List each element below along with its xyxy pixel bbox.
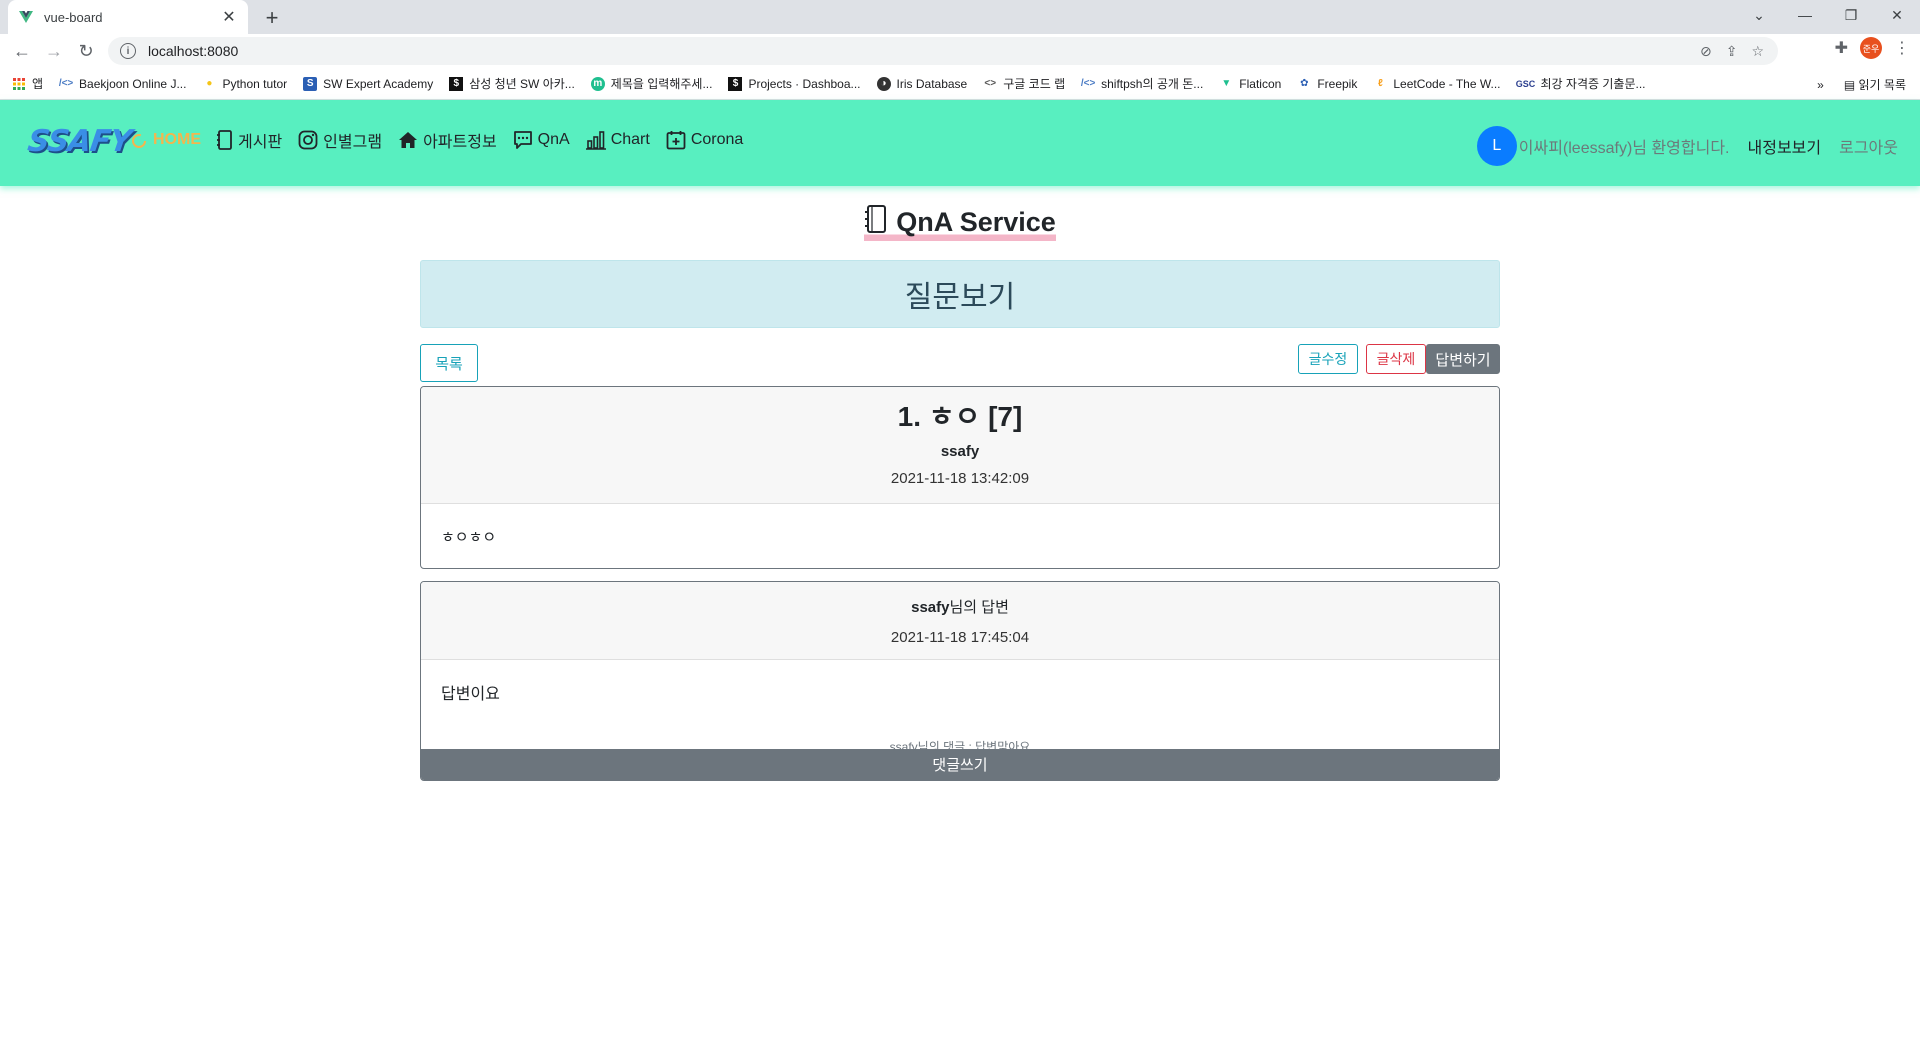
answer-card: ssafy님의 답변 2021-11-18 17:45:04 답변이요 ssaf… xyxy=(420,581,1500,781)
list-button[interactable]: 목록 xyxy=(420,344,478,382)
bookmark-star-icon[interactable]: ☆ xyxy=(1751,43,1764,60)
logout-link[interactable]: 로그아웃 xyxy=(1839,134,1898,158)
close-tab-icon[interactable]: ✕ xyxy=(220,7,238,27)
reading-list-button[interactable]: ▤ 읽기 목록 xyxy=(1844,76,1906,93)
code-brackets-icon: <> xyxy=(984,78,997,89)
gitlab-icon: $ xyxy=(728,76,743,91)
more-bookmarks-icon[interactable]: » xyxy=(1817,78,1824,92)
answer-content: 답변이요 xyxy=(441,686,500,703)
action-buttons: 목록 글수정 글삭제 답변하기 xyxy=(420,344,1500,382)
user-area: L 이싸피(leessafy)님 환영합니다. 내정보보기 로그아웃 xyxy=(1476,126,1898,166)
bookmark-item[interactable]: 앱 xyxy=(12,75,43,92)
write-comment-button[interactable]: 댓글쓰기 xyxy=(421,749,1499,780)
my-info-link[interactable]: 내정보보기 xyxy=(1748,134,1822,158)
nav-home[interactable]: HOME xyxy=(130,131,201,149)
site-info-icon[interactable]: i xyxy=(120,43,136,59)
restore-button[interactable]: ❐ xyxy=(1828,0,1874,30)
bookmark-item[interactable]: /<> Baekjoon Online J... xyxy=(58,77,187,91)
blocked-icon[interactable]: ⊘ xyxy=(1700,43,1712,60)
github-icon: ◑ xyxy=(876,76,891,91)
tab-search-icon[interactable]: ⌄ xyxy=(1736,0,1782,30)
question-author: ssafy xyxy=(940,443,980,460)
code-icon: /<> xyxy=(58,78,74,89)
page-header: QnA Service xyxy=(0,204,1920,241)
more-menu-icon[interactable]: ⋮ xyxy=(1894,38,1910,58)
code-icon: /<> xyxy=(1080,78,1096,89)
vue-logo-icon xyxy=(18,9,34,25)
nav-chart[interactable]: Chart xyxy=(585,130,650,150)
minimize-button[interactable]: — xyxy=(1782,0,1828,30)
reload-button[interactable]: ↻ xyxy=(70,37,102,65)
browser-tab[interactable]: vue-board ✕ xyxy=(8,0,248,34)
python-icon: ● xyxy=(206,78,213,89)
journal-icon xyxy=(217,130,233,150)
bookmark-item[interactable]: /<> shiftpsh의 공개 돈... xyxy=(1081,75,1203,92)
m-icon: m xyxy=(590,76,605,91)
swea-icon: S xyxy=(303,76,318,91)
welcome-text: 이싸피(leessafy)님 환영합니다. xyxy=(1518,140,1730,157)
bookmark-item[interactable]: <> 구글 코드 랩 xyxy=(983,75,1065,92)
nav-corona[interactable]: Corona xyxy=(666,130,743,150)
flaticon-icon: ▼ xyxy=(1221,78,1232,89)
profile-avatar[interactable]: 준우 xyxy=(1860,37,1882,59)
answer-date: 2021-11-18 17:45:04 xyxy=(890,629,1030,646)
answer-author: ssafy님의 답변 xyxy=(911,599,1009,616)
nav-instagram[interactable]: 인별그램 xyxy=(298,128,382,152)
tab-title: vue-board xyxy=(44,9,103,25)
bookmark-item[interactable]: m 제목을 입력해주세... xyxy=(590,75,712,92)
new-tab-button[interactable]: + xyxy=(258,4,286,32)
answer-header: ssafy님의 답변 2021-11-18 17:45:04 xyxy=(421,582,1499,660)
bookmark-item[interactable]: ✿ Freepik xyxy=(1297,77,1357,91)
forward-button[interactable]: → xyxy=(38,37,70,65)
bookmark-item[interactable]: $ Projects · Dashboa... xyxy=(728,76,861,91)
bookmark-item[interactable]: ℓ LeetCode - The W... xyxy=(1373,77,1501,91)
nav-board[interactable]: 게시판 xyxy=(217,128,282,152)
home-icon xyxy=(130,131,148,149)
url-text: localhost:8080 xyxy=(148,43,239,59)
calendar-plus-icon xyxy=(666,130,686,150)
bookmark-item[interactable]: ● Python tutor xyxy=(202,77,287,91)
house-icon xyxy=(398,131,418,149)
bookmark-item[interactable]: ◑ Iris Database xyxy=(876,76,967,91)
apps-grid-icon xyxy=(12,77,26,91)
freepik-icon: ✿ xyxy=(1300,78,1309,89)
banner-text: 질문보기 xyxy=(904,281,1016,314)
question-card: 1. ㅎㅇ [7] ssafy 2021-11-18 13:42:09 ㅎㅇㅎㅇ xyxy=(420,386,1500,569)
browser-toolbar: ← → ↻ i localhost:8080 ⊘ ⇪ ☆ ✚ 준우 ⋮ xyxy=(0,34,1920,68)
instagram-icon xyxy=(298,130,318,150)
question-content: ㅎㅇㅎㅇ xyxy=(441,529,497,546)
journal-icon xyxy=(864,204,888,241)
question-date: 2021-11-18 13:42:09 xyxy=(890,470,1030,487)
bookmark-item[interactable]: $ 삼성 청년 SW 아카... xyxy=(449,75,575,92)
app-navbar: SSAFY HOME 게시판 인별그램 아파트정보 QnA Chart Coro… xyxy=(0,100,1920,186)
delete-button[interactable]: 글삭제 xyxy=(1366,344,1426,374)
question-title: 1. ㅎㅇ [7] xyxy=(897,401,1023,432)
bookmark-item[interactable]: ▼ Flaticon xyxy=(1219,77,1281,91)
avatar[interactable]: L xyxy=(1476,126,1517,166)
nav-qna[interactable]: QnA xyxy=(513,130,570,150)
extensions-icon[interactable]: ✚ xyxy=(1835,38,1848,58)
bar-chart-icon xyxy=(585,130,606,150)
edit-button[interactable]: 글수정 xyxy=(1298,344,1358,374)
address-bar[interactable]: i localhost:8080 ⊘ ⇪ ☆ xyxy=(108,37,1778,65)
ssafy-logo[interactable]: SSAFY xyxy=(26,124,133,159)
bookmark-item[interactable]: S SW Expert Academy xyxy=(303,76,433,91)
leetcode-icon: ℓ xyxy=(1377,78,1383,89)
section-banner: 질문보기 xyxy=(420,260,1500,328)
close-window-button[interactable]: ✕ xyxy=(1874,0,1920,30)
bookmarks-bar: 앱 /<> Baekjoon Online J... ● Python tutor … xyxy=(0,68,1920,100)
nav-apartment[interactable]: 아파트정보 xyxy=(398,128,497,152)
question-header: 1. ㅎㅇ [7] ssafy 2021-11-18 13:42:09 xyxy=(421,387,1499,504)
bookmark-item[interactable]: GSC 최강 자격증 기출문... xyxy=(1515,75,1646,92)
chat-dots-icon xyxy=(513,130,533,150)
back-button[interactable]: ← xyxy=(6,37,38,65)
share-icon[interactable]: ⇪ xyxy=(1726,43,1738,60)
browser-tabstrip: vue-board ✕ + ⌄ — ❐ ✕ xyxy=(0,0,1920,34)
main-menu: HOME 게시판 인별그램 아파트정보 QnA Chart Corona xyxy=(130,128,743,152)
gsc-icon: GSC xyxy=(1515,78,1536,89)
ssafy-icon: $ xyxy=(449,76,464,91)
page-title: QnA Service xyxy=(864,204,1056,241)
answer-button[interactable]: 답변하기 xyxy=(1426,344,1500,374)
